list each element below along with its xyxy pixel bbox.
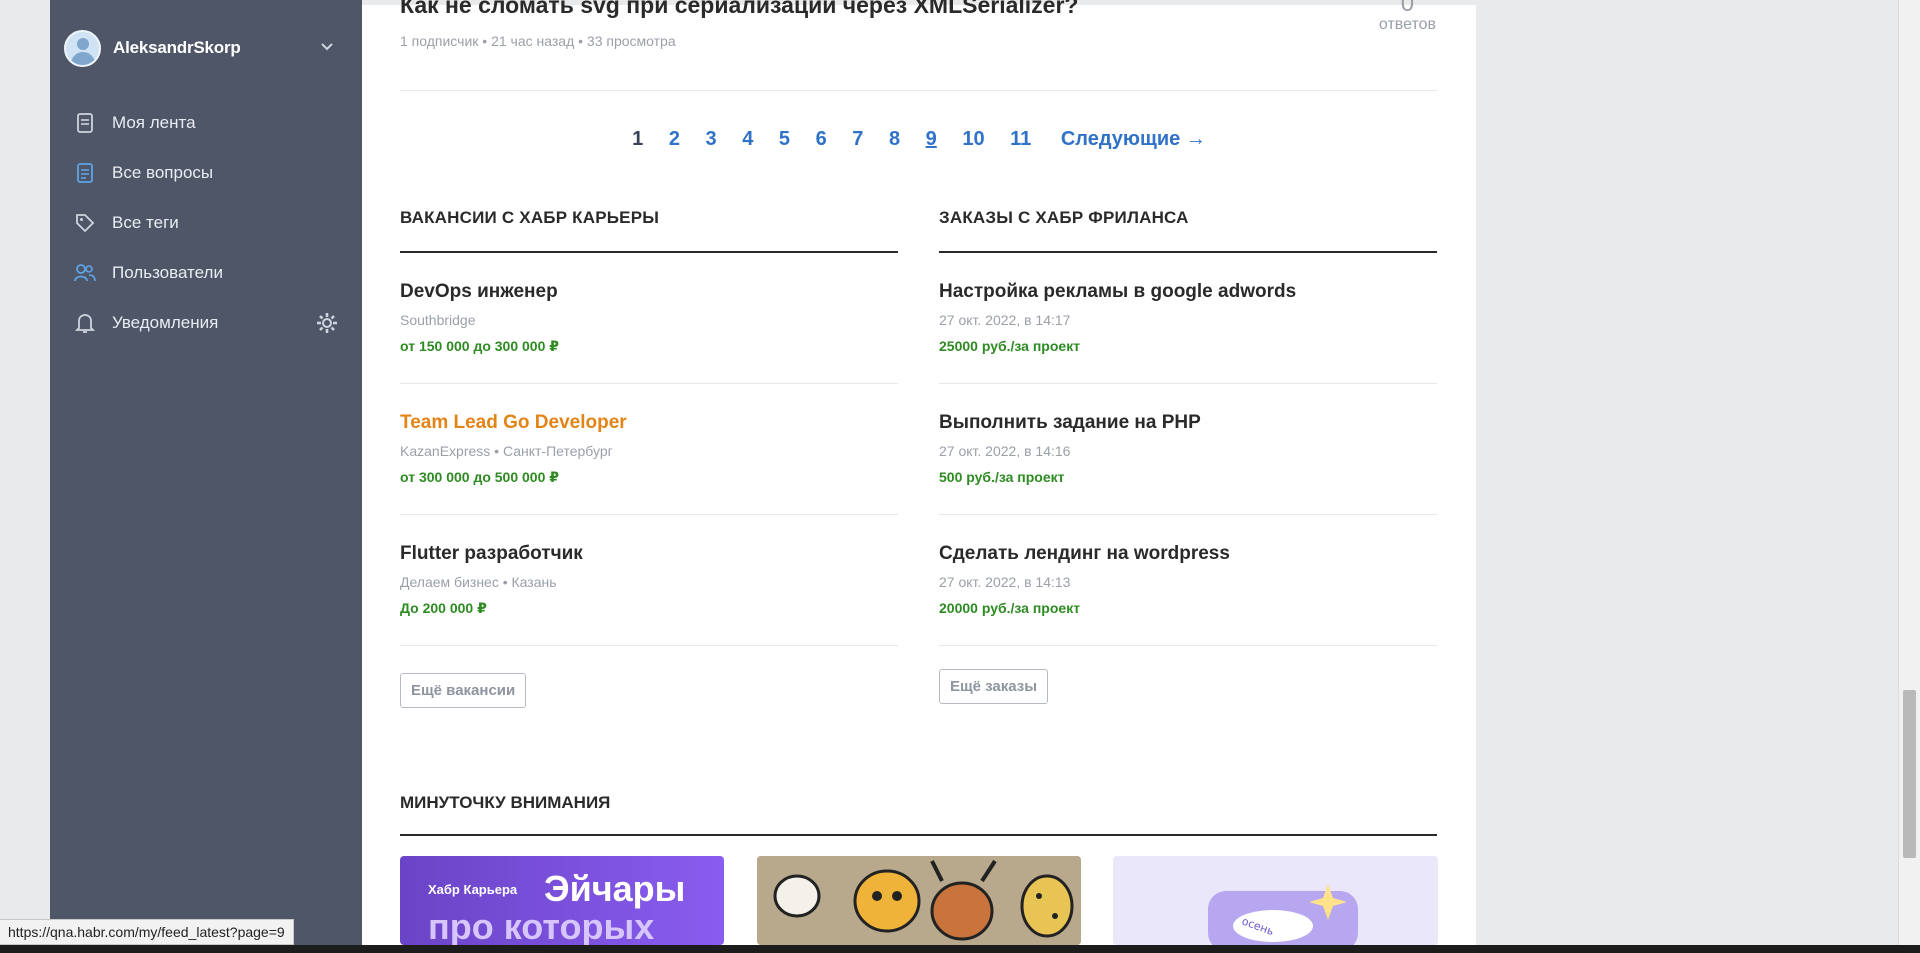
sidebar-nav: Моя лента Все вопросы Все теги Пользоват… — [50, 98, 362, 348]
orders-title: ЗАКАЗЫ С ХАБР ФРИЛАНСА — [939, 208, 1437, 253]
promo-headline: Эйчары — [544, 868, 686, 909]
vacancy-title-link[interactable]: Team Lead Go Developer — [400, 412, 898, 434]
page-link-10[interactable]: 10 — [962, 128, 984, 151]
vacancies-title: ВАКАНСИИ С ХАБР КАРЬЕРЫ — [400, 208, 898, 253]
more-vacancies-button[interactable]: Ещё вакансии — [400, 673, 527, 708]
vacancy-salary: от 300 000 до 500 000 ₽ — [400, 469, 560, 485]
vacancy-salary: от 150 000 до 300 000 ₽ — [400, 338, 560, 354]
more-orders-button[interactable]: Ещё заказы — [939, 669, 1049, 704]
order-title-link[interactable]: Выполнить задание на PHP — [939, 412, 1437, 434]
question-meta: 1 подписчик • 21 час назад • 33 просмотр… — [400, 33, 676, 49]
vacancy-item: Flutter разработчик Делаем бизнес • Каза… — [400, 515, 898, 646]
orders-section: ЗАКАЗЫ С ХАБР ФРИЛАНСА Настройка рекламы… — [939, 208, 1437, 704]
page-link-4[interactable]: 4 — [742, 128, 753, 151]
page-link-8[interactable]: 8 — [889, 128, 900, 151]
divider — [400, 90, 1437, 91]
page-link-3[interactable]: 3 — [706, 128, 717, 151]
answers-label: ответов — [1378, 16, 1436, 33]
vacancy-title-link[interactable]: Flutter разработчик — [400, 543, 898, 565]
question-title-link[interactable]: Как не сломать svg при сериализации чере… — [400, 0, 1078, 19]
next-page-link[interactable]: Следующие → — [1061, 128, 1206, 151]
sidebar: AleksandrSkorp Моя лента Все вопросы Все… — [50, 0, 362, 945]
sidebar-item-label: Пользователи — [112, 263, 223, 282]
order-title-link[interactable]: Сделать лендинг на wordpress — [939, 543, 1437, 565]
questions-icon — [74, 162, 96, 184]
sidebar-item-label: Моя лента — [112, 113, 196, 132]
left-gutter — [0, 0, 50, 953]
bell-icon — [74, 312, 96, 334]
tag-icon — [74, 212, 96, 234]
promo-card-illustration[interactable] — [757, 856, 1081, 945]
users-icon — [74, 262, 96, 284]
status-bar-url: https://qna.habr.com/my/feed_latest?page… — [0, 919, 294, 945]
page-link-11[interactable]: 11 — [1010, 128, 1031, 151]
order-price: 500 руб./за проект — [939, 469, 1065, 485]
taskbar — [0, 945, 1920, 953]
page-link-5[interactable]: 5 — [779, 128, 790, 151]
feed-icon — [74, 112, 96, 134]
username: AleksandrSkorp — [113, 38, 241, 57]
gear-icon[interactable] — [316, 312, 338, 334]
attention-title: МИНУТОЧКУ ВНИМАНИЯ — [400, 793, 1437, 836]
promo-card-autumn[interactable]: осень — [1113, 856, 1438, 945]
chevron-down-icon[interactable] — [321, 40, 333, 52]
order-date: 27 окт. 2022, в 14:16 — [939, 443, 1071, 459]
order-date: 27 окт. 2022, в 14:17 — [939, 312, 1071, 328]
answers-counter: 0 ответов — [1379, 0, 1436, 34]
pagination: 1 2 3 4 5 6 7 8 9 10 11 Следующие → — [362, 128, 1476, 151]
vacancy-salary: До 200 000 ₽ — [400, 600, 487, 616]
sidebar-item-label: Все вопросы — [112, 163, 214, 182]
sidebar-item-questions[interactable]: Все вопросы — [50, 148, 362, 198]
main-content: Как не сломать svg при сериализации чере… — [362, 0, 1476, 945]
page-link-6[interactable]: 6 — [816, 128, 827, 151]
avatar — [64, 29, 101, 67]
order-item: Сделать лендинг на wordpress 27 окт. 202… — [939, 515, 1437, 646]
sidebar-item-users[interactable]: Пользователи — [50, 248, 362, 298]
promo-brand: Хабр Карьера — [428, 882, 518, 897]
page-link-2[interactable]: 2 — [669, 128, 680, 151]
sidebar-item-label: Уведомления — [112, 313, 219, 332]
vacancies-section: ВАКАНСИИ С ХАБР КАРЬЕРЫ DevOps инженер S… — [400, 208, 898, 708]
vacancy-company: Делаем бизнес • Казань — [400, 574, 557, 590]
sidebar-item-label: Все теги — [112, 213, 179, 232]
promo-card-career[interactable]: Хабр Карьера Эйчары про которых — [400, 856, 724, 945]
vacancy-company: KazanExpress • Санкт-Петербург — [400, 443, 613, 459]
sidebar-item-feed[interactable]: Моя лента — [50, 98, 362, 148]
page-link-9[interactable]: 9 — [926, 128, 937, 151]
order-item: Настройка рекламы в google adwords 27 ок… — [939, 253, 1437, 384]
vacancy-title-link[interactable]: DevOps инженер — [400, 281, 898, 303]
order-item: Выполнить задание на PHP 27 окт. 2022, в… — [939, 384, 1437, 515]
sidebar-item-tags[interactable]: Все теги — [50, 198, 362, 248]
vacancy-item: DevOps инженер Southbridge от 150 000 до… — [400, 253, 898, 384]
user-menu[interactable]: AleksandrSkorp — [64, 28, 349, 68]
order-title-link[interactable]: Настройка рекламы в google adwords — [939, 281, 1437, 303]
page-link-1[interactable]: 1 — [632, 128, 643, 151]
scrollbar-thumb[interactable] — [1903, 690, 1916, 858]
promo-headline-2: про которых — [428, 906, 655, 945]
vacancy-company: Southbridge — [400, 312, 476, 328]
cartoon-animals-image — [757, 856, 1081, 945]
order-price: 20000 руб./за проект — [939, 600, 1081, 616]
vacancy-item: Team Lead Go Developer KazanExpress • Са… — [400, 384, 898, 515]
answers-count: 0 — [1400, 0, 1415, 17]
page-link-7[interactable]: 7 — [852, 128, 863, 151]
order-date: 27 окт. 2022, в 14:13 — [939, 574, 1071, 590]
sidebar-item-notifications[interactable]: Уведомления — [50, 298, 362, 348]
autumn-promo-image: осень — [1113, 856, 1438, 945]
order-price: 25000 руб./за проект — [939, 338, 1081, 354]
